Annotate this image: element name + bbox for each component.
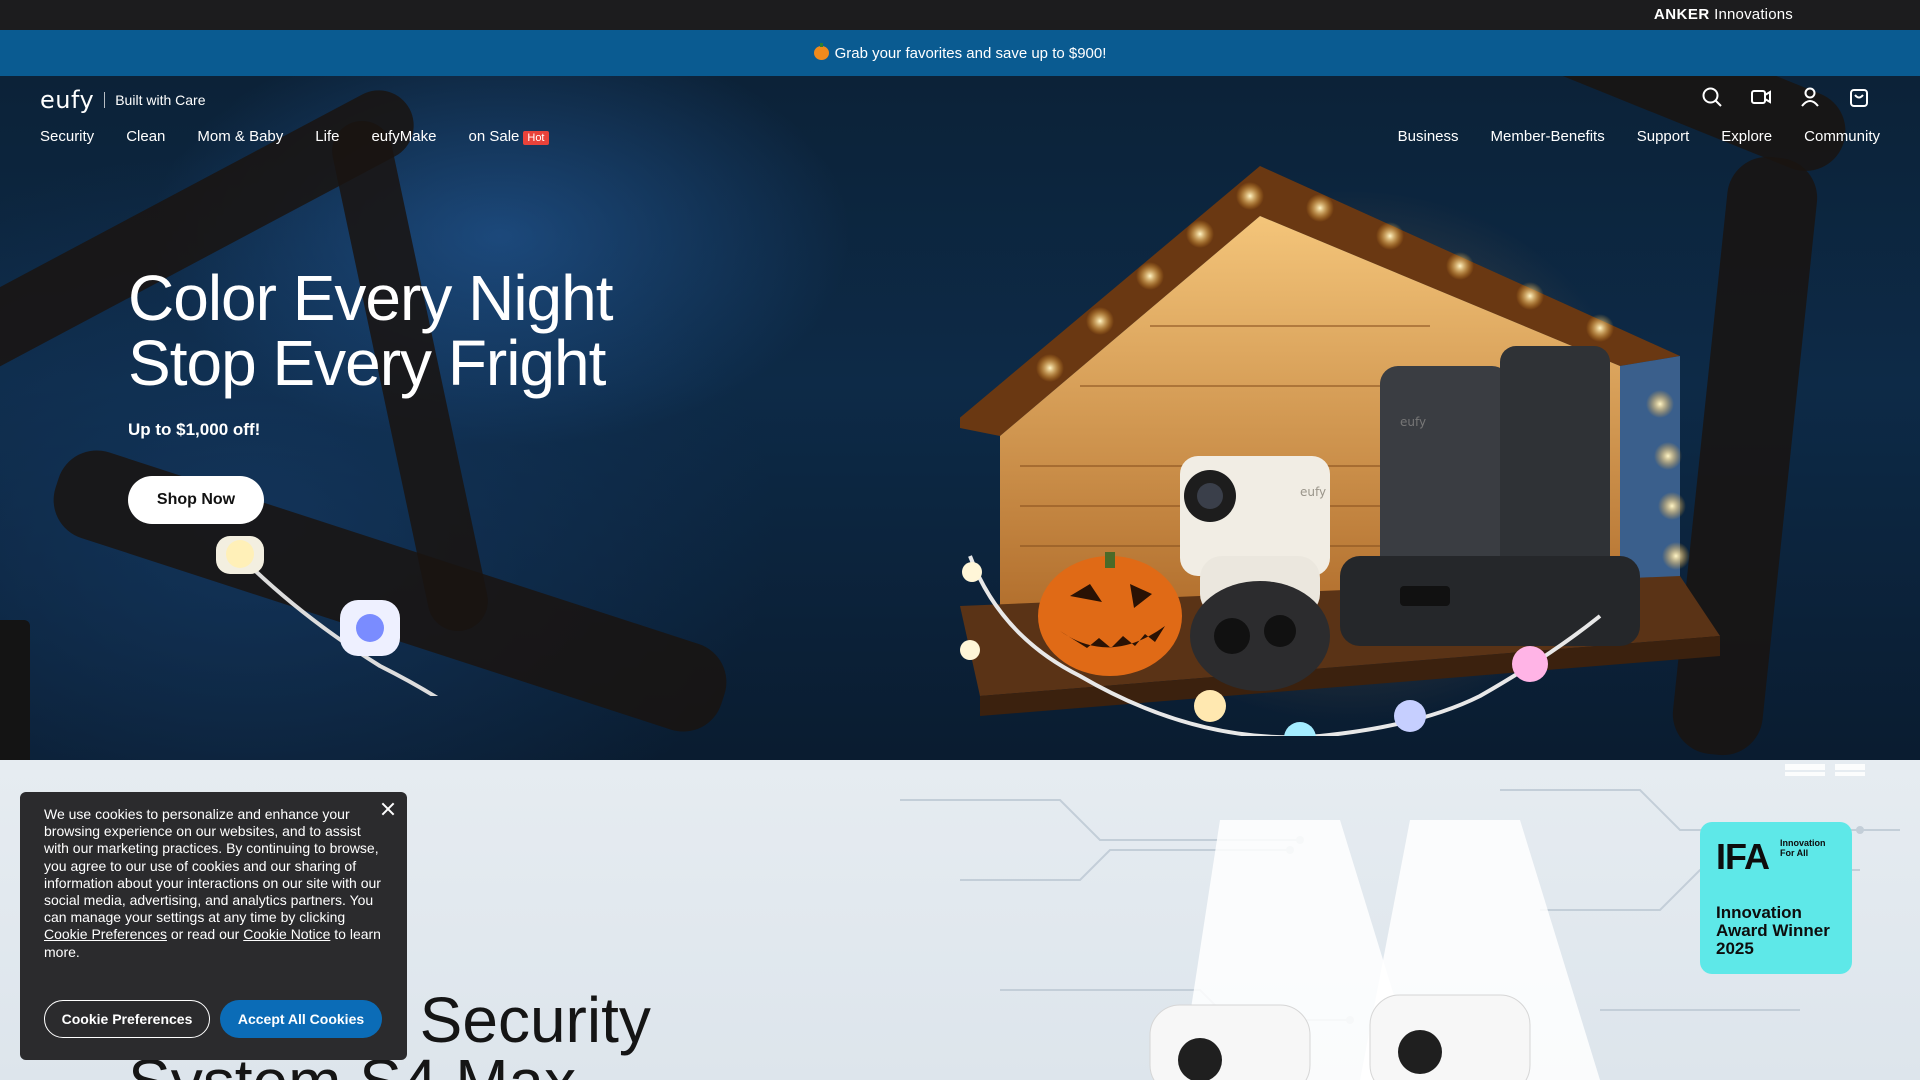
nav-clean[interactable]: Clean	[126, 128, 165, 145]
ifa-tagline-line1: Innovation	[1780, 838, 1826, 848]
promo-text: Grab your favorites and save up to $900!	[834, 44, 1107, 62]
cookie-banner: We use cookies to personalize and enhanc…	[20, 792, 407, 1060]
nav-on-sale-label: on Sale	[468, 128, 520, 145]
anker-innovations-link[interactable]: ANKER Innovations	[1654, 6, 1793, 23]
cookie-buttons: Cookie Preferences Accept All Cookies	[44, 1000, 382, 1038]
cookie-text-intro: We use cookies to personalize and enhanc…	[44, 806, 381, 926]
brand-tagline: Built with Care	[115, 92, 206, 108]
ifa-award-line1: Innovation	[1716, 903, 1802, 922]
treehouse-illustration: eufy eufy	[960, 166, 1720, 736]
cookie-preferences-button[interactable]: Cookie Preferences	[44, 1000, 210, 1038]
top-bar: ANKER Innovations	[0, 0, 1920, 30]
cookie-preferences-link[interactable]: Cookie Preferences	[44, 926, 167, 942]
close-icon[interactable]	[379, 800, 397, 818]
ifa-award-line3: 2025	[1716, 939, 1754, 958]
hero-title-line1: Color Every Night	[128, 262, 614, 334]
ifa-tagline-line2: For All	[1780, 848, 1809, 858]
pumpkin-icon	[813, 43, 829, 60]
cookie-text-middle: or read our	[166, 926, 244, 943]
string-lights-left	[216, 536, 439, 696]
hero-banner[interactable]: eufy eufy eufy Built with Care Security …	[0, 76, 1920, 760]
brand-divider	[104, 92, 106, 108]
search-icon[interactable]	[1701, 86, 1723, 108]
brand-row: eufy Built with Care	[40, 86, 205, 114]
main-nav: Security Clean Mom & Baby Life eufyMake …	[40, 128, 549, 145]
camera-brand-label: eufy	[1300, 485, 1326, 499]
promo-banner[interactable]: Grab your favorites and save up to $900!	[0, 30, 1920, 76]
ifa-award-text: Innovation Award Winner 2025	[1716, 904, 1830, 958]
ifa-award-line2: Award Winner	[1716, 921, 1830, 940]
nav-eufymake[interactable]: eufyMake	[371, 128, 436, 145]
hero-title-line2: Stop Every Fright	[128, 327, 606, 399]
shop-now-button[interactable]: Shop Now	[128, 476, 264, 524]
nav-on-sale[interactable]: on Sale Hot	[469, 128, 549, 145]
hero-subtitle: Up to $1,000 off!	[128, 420, 261, 439]
account-icon[interactable]	[1799, 86, 1821, 108]
video-camera-icon[interactable]	[1750, 86, 1772, 108]
anker-brand-suffix: Innovations	[1714, 6, 1793, 23]
nav-mom-baby[interactable]: Mom & Baby	[197, 128, 283, 145]
nav-explore[interactable]: Explore	[1721, 128, 1772, 145]
base-brand-label: eufy	[1400, 415, 1426, 429]
nav-security[interactable]: Security	[40, 128, 94, 145]
accept-all-cookies-button[interactable]: Accept All Cookies	[220, 1000, 382, 1038]
cart-icon[interactable]	[1848, 86, 1870, 108]
nav-community[interactable]: Community	[1804, 128, 1880, 145]
nav-business[interactable]: Business	[1398, 128, 1459, 145]
anker-brand: ANKER	[1653, 6, 1710, 23]
nav-support[interactable]: Support	[1637, 128, 1690, 145]
ifa-tagline: Innovation For All	[1780, 838, 1840, 858]
cookie-text: We use cookies to personalize and enhanc…	[44, 806, 384, 961]
hero-title: Color Every Night Stop Every Fright	[128, 266, 728, 396]
nav-member-benefits[interactable]: Member-Benefits	[1491, 128, 1605, 145]
header-icons	[1701, 86, 1870, 108]
cookie-notice-link[interactable]: Cookie Notice	[243, 926, 330, 942]
hot-badge: Hot	[523, 131, 549, 145]
secondary-nav: Business Member-Benefits Support Explore…	[1398, 128, 1880, 145]
decorative-stripes	[1785, 764, 1865, 776]
ifa-logo: IFA	[1716, 836, 1770, 877]
eufy-logo[interactable]: eufy	[40, 86, 94, 114]
ifa-award-badge: IFA Innovation For All Innovation Award …	[1700, 822, 1852, 974]
nav-life[interactable]: Life	[315, 128, 339, 145]
